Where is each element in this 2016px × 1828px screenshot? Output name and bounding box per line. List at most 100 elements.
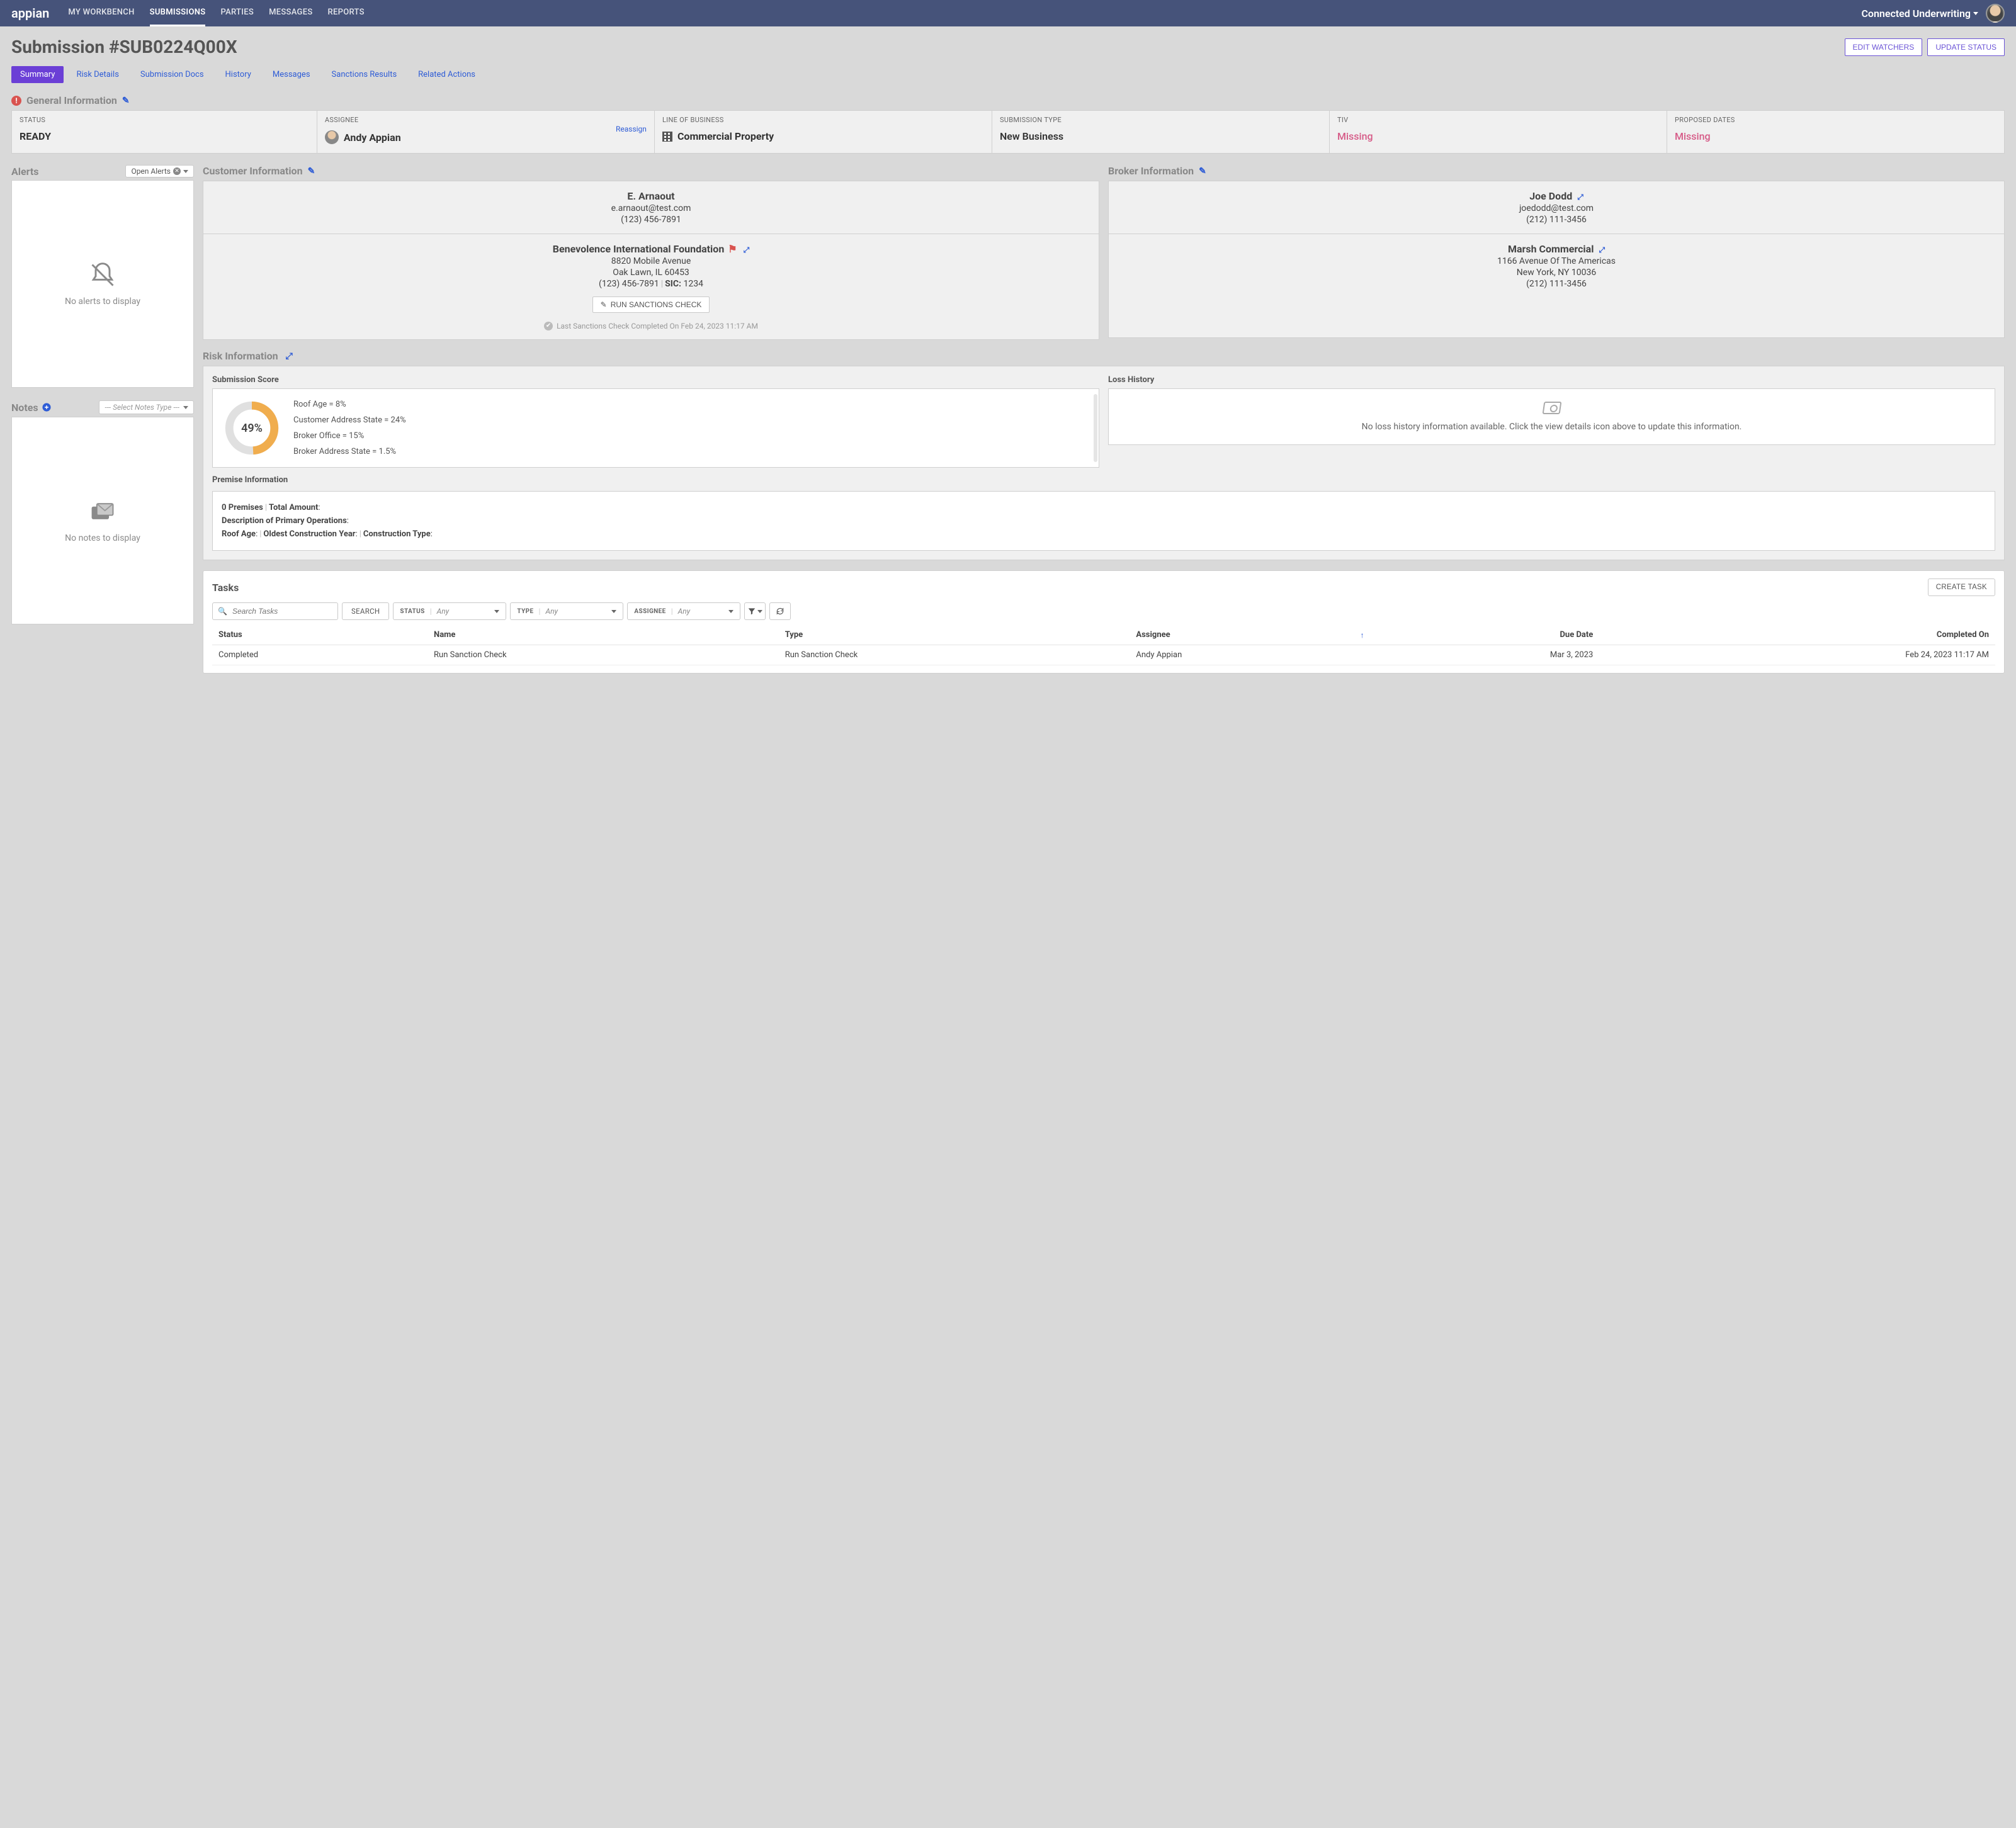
reassign-link[interactable]: Reassign	[616, 125, 647, 133]
alerts-panel: No alerts to display	[11, 180, 194, 388]
run-sanctions-label: RUN SANCTIONS CHECK	[611, 300, 702, 309]
broker-addr1: 1166 Avenue Of The Americas	[1119, 256, 1994, 266]
tasks-table: Status Name Type Assignee↑ Due Date Comp…	[212, 625, 1995, 665]
tab-related-actions[interactable]: Related Actions	[409, 66, 484, 83]
col-due[interactable]: Due Date	[1371, 625, 1600, 645]
status-value: READY	[20, 130, 309, 142]
edit-general-icon[interactable]: ✎	[122, 96, 130, 106]
general-info-heading: ! General Information ✎	[11, 94, 2005, 106]
customer-title: Customer Information	[203, 165, 303, 177]
tab-history[interactable]: History	[217, 66, 260, 83]
task-refresh-button[interactable]	[769, 602, 791, 620]
chevron-down-icon	[183, 406, 188, 409]
broker-contact-name: Joe Dodd ⤢	[1119, 190, 1994, 202]
tab-sanctions-results[interactable]: Sanctions Results	[323, 66, 406, 83]
task-status-filter[interactable]: STATUS | Any	[393, 602, 506, 620]
top-navbar: appian MY WORKBENCH SUBMISSIONS PARTIES …	[0, 0, 2016, 26]
dates-label: PROPOSED DATES	[1675, 116, 1996, 124]
col-completed[interactable]: Completed On	[1599, 625, 1995, 645]
broker-heading: Broker Information ✎	[1108, 165, 2005, 177]
chevron-down-icon	[728, 610, 733, 613]
sort-asc-icon: ↑	[1361, 631, 1364, 640]
general-info-grid: STATUS READY ASSIGNEE Reassign Andy Appi…	[11, 110, 2005, 154]
task-search-input[interactable]	[231, 606, 332, 616]
add-note-icon[interactable]	[42, 403, 51, 412]
chevron-down-icon	[1973, 12, 1978, 15]
premise-total-label: Total Amount	[269, 503, 318, 512]
cell-assignee: Andy Appian	[1130, 645, 1370, 665]
nav-submissions[interactable]: SUBMISSIONS	[150, 0, 206, 26]
cell-status: Completed	[212, 645, 428, 665]
premise-title: Premise Information	[212, 475, 1995, 485]
tiv-label: TIV	[1337, 116, 1659, 124]
user-avatar[interactable]	[1986, 4, 2005, 23]
edit-customer-icon[interactable]: ✎	[308, 166, 315, 176]
tasks-section: Tasks CREATE TASK 🔍 SEARCH STATUS | Any	[203, 570, 2005, 674]
nav-messages[interactable]: MESSAGES	[269, 0, 312, 26]
premise-roof-label: Roof Age	[222, 529, 256, 539]
clear-filter-icon[interactable]: ✕	[173, 167, 181, 175]
page-header: Submission #SUB0224Q00X EDIT WATCHERS UP…	[11, 37, 2005, 57]
update-status-button[interactable]: UPDATE STATUS	[1927, 38, 2005, 56]
create-task-button[interactable]: CREATE TASK	[1928, 578, 1995, 596]
col-status[interactable]: Status	[212, 625, 428, 645]
customer-contact-phone: (123) 456-7891	[213, 215, 1089, 225]
notes-title: Notes	[11, 402, 38, 414]
nav-right: Connected Underwriting	[1861, 4, 2005, 23]
score-factors: Roof Age = 8% Customer Address State = 2…	[293, 399, 406, 457]
edit-watchers-button[interactable]: EDIT WATCHERS	[1845, 38, 1923, 56]
notes-type-select[interactable]: --- Select Notes Type ---	[99, 400, 194, 414]
notes-panel: No notes to display	[11, 417, 194, 624]
type-filter-value: Any	[545, 607, 558, 616]
col-name[interactable]: Name	[428, 625, 779, 645]
col-assignee[interactable]: Assignee↑	[1130, 625, 1370, 645]
customer-phone-sic: (123) 456-7891|SIC: 1234	[213, 279, 1089, 289]
flag-icon: ⚑	[728, 243, 737, 255]
app-menu[interactable]: Connected Underwriting	[1861, 8, 1978, 20]
chevron-down-icon	[611, 610, 616, 613]
nav-my-workbench[interactable]: MY WORKBENCH	[68, 0, 134, 26]
tab-risk-details[interactable]: Risk Details	[67, 66, 127, 83]
customer-addr2: Oak Lawn, IL 60453	[213, 268, 1089, 278]
run-sanctions-button[interactable]: ✎ RUN SANCTIONS CHECK	[592, 296, 710, 313]
alerts-filter[interactable]: Open Alerts ✕	[125, 165, 194, 178]
task-search-button[interactable]: SEARCH	[342, 602, 389, 620]
tab-messages[interactable]: Messages	[264, 66, 319, 83]
edit-broker-icon[interactable]: ✎	[1199, 166, 1206, 176]
score-donut: 49%	[223, 399, 281, 457]
col-type[interactable]: Type	[779, 625, 1130, 645]
assignee-name: Andy Appian	[344, 132, 401, 144]
notes-heading: Notes	[11, 402, 51, 414]
customer-heading: Customer Information ✎	[203, 165, 1099, 177]
task-filter-icon-button[interactable]	[744, 602, 766, 620]
last-sanctions-text: Last Sanctions Check Completed On Feb 24…	[213, 322, 1089, 330]
general-info-title: General Information	[26, 94, 117, 106]
status-label: STATUS	[20, 116, 309, 124]
expand-broker-contact-icon[interactable]: ⤢	[1577, 193, 1583, 201]
lob-value: Commercial Property	[662, 130, 984, 142]
alerts-heading: Alerts	[11, 166, 39, 178]
cell-name: Run Sanction Check	[428, 645, 779, 665]
expand-customer-icon[interactable]: ⤢	[744, 245, 750, 254]
customer-addr1: 8820 Mobile Avenue	[213, 256, 1089, 266]
task-assignee-filter[interactable]: ASSIGNEE | Any	[627, 602, 740, 620]
nav-parties[interactable]: PARTIES	[220, 0, 254, 26]
customer-org-name: Benevolence International Foundation ⚑ ⤢	[213, 243, 1089, 255]
expand-broker-org-icon[interactable]: ⤢	[1599, 245, 1605, 254]
nav-reports[interactable]: REPORTS	[328, 0, 365, 26]
cell-type: Run Sanction Check	[779, 645, 1130, 665]
alerts-filter-label: Open Alerts	[131, 167, 171, 176]
cell-completed: Feb 24, 2023 11:17 AM	[1599, 645, 1995, 665]
table-row[interactable]: Completed Run Sanction Check Run Sanctio…	[212, 645, 1995, 665]
task-type-filter[interactable]: TYPE | Any	[510, 602, 623, 620]
expand-risk-icon[interactable]: ⤢	[286, 351, 293, 361]
alert-icon: !	[11, 96, 21, 106]
notes-empty-text: No notes to display	[65, 533, 140, 543]
premise-desc-label: Description of Primary Operations	[222, 516, 347, 526]
tab-submission-docs[interactable]: Submission Docs	[132, 66, 213, 83]
cell-due: Mar 3, 2023	[1371, 645, 1600, 665]
tab-summary[interactable]: Summary	[11, 66, 64, 83]
assignee-avatar-icon	[325, 130, 339, 144]
chevron-down-icon	[494, 610, 499, 613]
envelopes-icon	[89, 498, 116, 526]
